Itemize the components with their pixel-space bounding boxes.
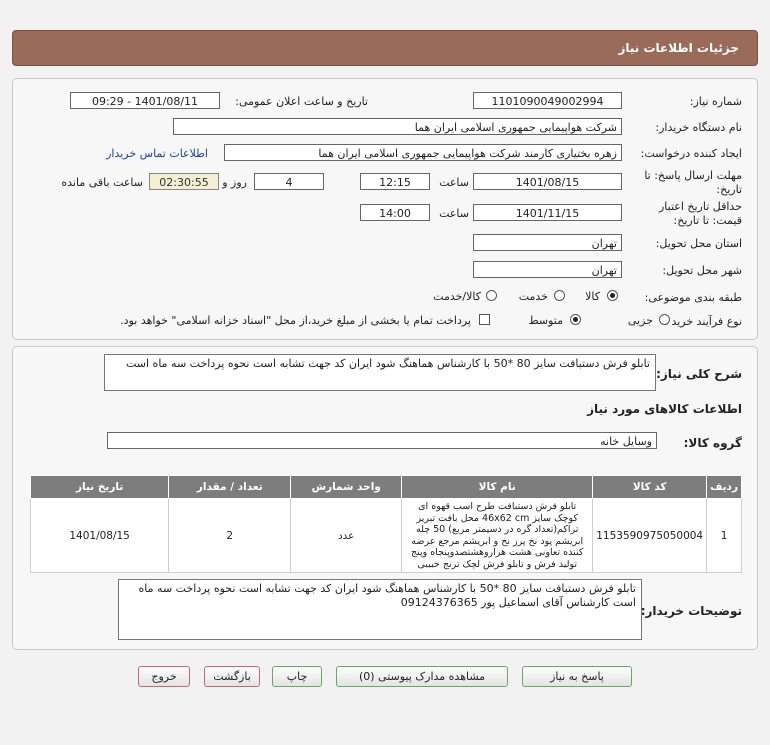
print-button[interactable]: چاپ — [272, 666, 322, 687]
buyer-org-field: شرکت هواپیمایی جمهوری اسلامی ایران هما — [173, 118, 622, 135]
row-name: تابلو فرش دستبافت طرح اسب قهوه ای کوچک س… — [401, 498, 594, 573]
validity-label-2: قیمت: تا تاریخ: — [673, 214, 742, 227]
category-label: طبقه بندی موضوعی: — [644, 291, 742, 304]
deadline-label-2: تاریخ: — [716, 183, 742, 196]
category-radio-service[interactable] — [554, 290, 565, 301]
col-unit: واحد شمارش — [290, 475, 403, 499]
category-option-service: خدمت — [518, 290, 548, 303]
goods-section-title: اطلاعات کالاهای مورد نیاز — [587, 402, 742, 416]
need-number-label: شماره نیاز: — [689, 95, 742, 108]
deadline-date-field: 1401/08/15 — [473, 173, 622, 190]
page-title: جزئیات اطلاعات نیاز — [618, 41, 739, 55]
announce-field: 1401/08/11 - 09:29 — [70, 92, 220, 109]
goods-table: ردیف کد کالا نام کالا واحد شمارش تعداد /… — [29, 475, 742, 573]
days-field: 4 — [254, 173, 324, 190]
row-date: 1401/08/15 — [29, 498, 170, 573]
process-option-medium: متوسط — [528, 314, 563, 327]
validity-time-field: 14:00 — [360, 204, 430, 221]
back-button[interactable]: بازگشت — [204, 666, 260, 687]
category-option-goods: کالا — [585, 290, 600, 303]
buyer-org-label: نام دستگاه خریدار: — [655, 121, 742, 134]
deadline-time-field: 12:15 — [360, 173, 430, 190]
buyer-notes-field: تابلو فرش دستبافت سایز 80 *50 با کارشناس… — [118, 579, 642, 640]
province-field: تهران — [473, 234, 622, 251]
page-header: جزئیات اطلاعات نیاز — [12, 30, 758, 66]
city-field: تهران — [473, 261, 622, 278]
goods-group-label: گروه کالا: — [683, 436, 742, 450]
buyer-notes-label: توضیحات خریدار: — [640, 604, 742, 618]
row-unit: عدد — [290, 498, 403, 573]
row-qty: 2 — [168, 498, 292, 573]
remaining-time-field: 02:30:55 — [149, 173, 219, 190]
category-radio-goods-service[interactable] — [486, 290, 497, 301]
need-number-field: 1101090049002994 — [473, 92, 622, 109]
days-label: روز و — [222, 176, 247, 189]
reply-button[interactable]: پاسخ به نیاز — [522, 666, 632, 687]
col-qty: تعداد / مقدار — [168, 475, 292, 499]
city-label: شهر محل تحویل: — [662, 264, 742, 277]
validity-label-1: حداقل تاریخ اعتبار — [658, 200, 742, 213]
col-code: کد کالا — [592, 475, 708, 499]
treasury-checkbox[interactable] — [479, 314, 490, 325]
goods-table-header: ردیف کد کالا نام کالا واحد شمارش تعداد /… — [29, 475, 742, 499]
requester-label: ایجاد کننده درخواست: — [640, 147, 742, 160]
requester-field: زهره بختیاری کارمند شرکت هواپیمایی جمهور… — [224, 144, 622, 161]
deadline-time-label: ساعت — [439, 176, 469, 189]
announce-label: تاریخ و ساعت اعلان عمومی: — [235, 95, 368, 108]
category-radio-goods[interactable] — [607, 290, 618, 301]
col-date: تاریخ نیاز — [29, 475, 170, 499]
deadline-label-1: مهلت ارسال پاسخ: تا — [644, 169, 742, 182]
process-option-minor: جزیی — [627, 314, 653, 327]
province-label: استان محل تحویل: — [655, 237, 742, 250]
row-code: 1153590975050004 — [592, 498, 708, 573]
remaining-label: ساعت باقی مانده — [61, 176, 143, 189]
attachments-button[interactable]: مشاهده مدارک پیوستی (0) — [336, 666, 508, 687]
process-radio-medium[interactable] — [570, 314, 581, 325]
goods-group-field: وسایل خانه — [107, 432, 657, 449]
validity-date-field: 1401/11/15 — [473, 204, 622, 221]
row-index: 1 — [706, 498, 742, 573]
validity-time-label: ساعت — [439, 207, 469, 220]
payment-note: پرداخت تمام یا بخشی از مبلغ خرید،از محل … — [120, 314, 471, 327]
contact-buyer-link[interactable]: اطلاعات تماس خریدار — [106, 147, 208, 160]
description-label: شرح کلی نیاز: — [656, 367, 742, 381]
description-field: تابلو فرش دستبافت سایز 80 *50 با کارشناس… — [104, 354, 656, 391]
process-label: نوع فرآیند خرید : — [664, 315, 742, 328]
col-index: ردیف — [706, 475, 742, 499]
col-name: نام کالا — [401, 475, 594, 499]
exit-button[interactable]: خروج — [138, 666, 190, 687]
table-row: 1 1153590975050004 تابلو فرش دستبافت طرح… — [29, 498, 742, 573]
category-option-goods-service: کالا/خدمت — [433, 290, 481, 303]
process-radio-minor[interactable] — [659, 314, 670, 325]
